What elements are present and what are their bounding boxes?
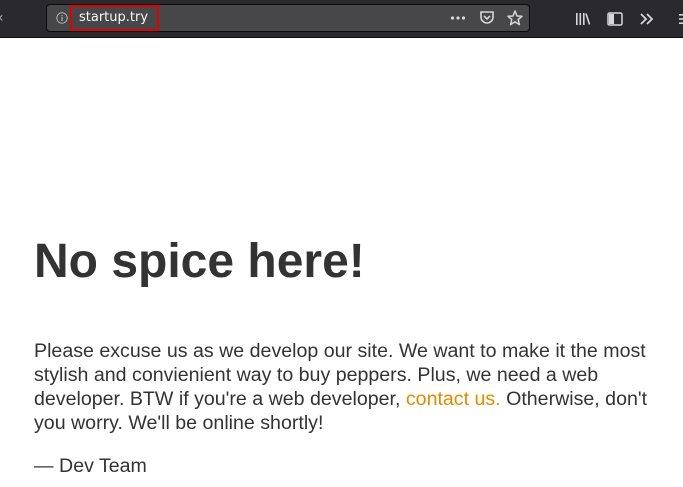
bookmark-star-icon[interactable]: [506, 9, 524, 27]
library-icon[interactable]: [574, 10, 592, 28]
menu-icon-edge[interactable]: [676, 10, 683, 28]
sidebar-icon[interactable]: [606, 10, 624, 28]
page-actions-icon[interactable]: [449, 9, 467, 27]
pocket-icon[interactable]: [478, 9, 496, 27]
page-heading: No spice here!: [34, 235, 365, 288]
url-text[interactable]: startup.try: [79, 10, 148, 26]
browser-toolbar: ‹ startup.try: [0, 0, 683, 38]
address-bar[interactable]: startup.try: [46, 4, 530, 32]
contact-us-link[interactable]: contact us.: [406, 388, 501, 410]
body-paragraph: Please excuse us as we develop our site.…: [34, 339, 666, 435]
signature: — Dev Team: [34, 455, 147, 477]
overflow-menu-icon[interactable]: [638, 10, 656, 28]
back-button-edge[interactable]: ‹: [0, 10, 4, 26]
info-icon[interactable]: [56, 11, 68, 24]
